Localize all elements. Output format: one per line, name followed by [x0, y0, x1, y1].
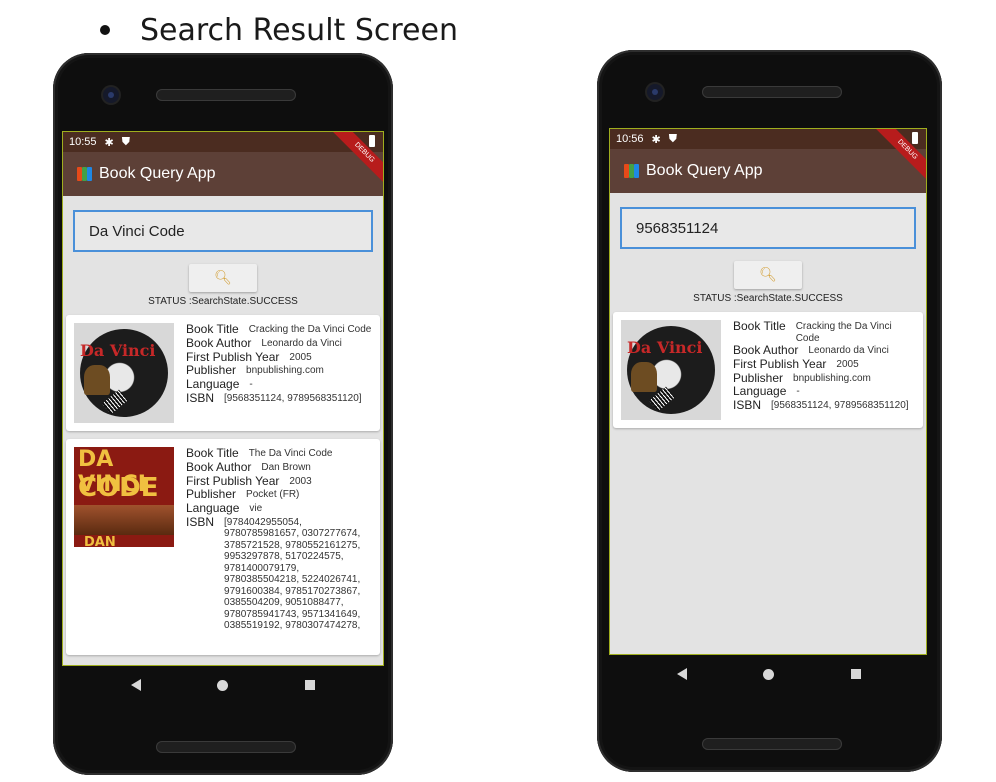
battery-icon	[912, 132, 918, 144]
results-list[interactable]: Da Vinci Book Title Cracking the Da Vinci…	[610, 312, 926, 428]
status-time: 10:55	[69, 136, 97, 148]
field-label: Language	[733, 384, 787, 399]
books-icon	[624, 163, 640, 179]
phone-left: 10:55 ✱ ⛊ Book Query App DEBUG Da Vinci …	[53, 53, 393, 775]
search-area: 9568351124 🔍︎ STATUS :SearchState.SUCCES…	[610, 193, 926, 304]
heading-text: Search Result Screen	[140, 12, 458, 48]
bottom-speaker	[702, 738, 842, 750]
result-card[interactable]: Da Vinci Book Title Cracking the Da Vinci…	[66, 315, 380, 431]
field-label: First Publish Year	[186, 349, 280, 364]
book-details: Book Title Cracking the Da Vinci Code Boo…	[733, 319, 915, 420]
status-bar: 10:55 ✱ ⛊	[63, 132, 383, 152]
field-value: 2005	[836, 358, 859, 370]
field-label: ISBN	[186, 514, 215, 529]
field-value: 2003	[289, 475, 312, 487]
status-time: 10:56	[616, 133, 644, 145]
system-nav-bar	[639, 662, 899, 686]
field-value: Dan Brown	[261, 461, 311, 473]
search-input[interactable]: Da Vinci Code	[73, 210, 373, 252]
app-title: Book Query App	[646, 162, 763, 179]
field-value: Pocket (FR)	[246, 489, 300, 501]
search-input-value: 9568351124	[636, 219, 719, 237]
phone-right: 10:56 ✱ ⛊ Book Query App DEBUG 956835112…	[597, 50, 942, 772]
book-details: Book Title The Da Vinci Code Book Author D…	[186, 446, 372, 647]
search-button[interactable]: 🔍︎	[189, 264, 257, 292]
books-icon	[77, 166, 93, 182]
field-value: -	[249, 379, 253, 391]
field-value: [9568351124, 9789568351120]	[224, 392, 362, 404]
recents-icon[interactable]	[304, 680, 315, 690]
app-bar: Book Query App DEBUG	[610, 129, 926, 193]
back-icon[interactable]	[677, 668, 688, 680]
cover-title: Da Vinci	[627, 338, 703, 357]
settings-icon: ✱	[651, 133, 661, 146]
field-label: Book Author	[186, 335, 252, 350]
field-label: Language	[186, 501, 240, 516]
field-value: -	[796, 386, 800, 398]
back-icon[interactable]	[131, 679, 142, 691]
field-value: vie	[249, 503, 263, 515]
field-label: Book Author	[186, 459, 252, 474]
field-value: Cracking the Da Vinci Code	[795, 321, 892, 344]
result-card[interactable]: DA VINCI CODE DAN BROWN Book Title The Da…	[66, 439, 380, 655]
app-title: Book Query App	[99, 165, 216, 182]
field-value: Cracking the Da Vinci Code	[248, 324, 372, 335]
home-icon[interactable]	[763, 668, 775, 680]
heading: Search Result Screen	[100, 10, 458, 50]
field-label: Book Title	[186, 322, 239, 336]
field-value: bnpublishing.com	[793, 372, 871, 384]
field-label: ISBN	[733, 398, 762, 413]
field-label: Book Title	[186, 446, 239, 460]
field-label: ISBN	[186, 390, 215, 405]
recents-icon[interactable]	[850, 669, 861, 679]
status-text: STATUS :SearchState.SUCCESS	[693, 293, 843, 304]
field-value: [9568351124, 9789568351120]	[771, 400, 909, 412]
system-nav-bar	[93, 673, 353, 697]
cover-title: Da Vinci	[80, 341, 156, 360]
result-card[interactable]: Da Vinci Book Title Cracking the Da Vinci…	[613, 312, 923, 428]
field-label: Book Author	[733, 343, 799, 357]
settings-icon: ✱	[104, 136, 114, 149]
field-value: The Da Vinci Code	[248, 448, 333, 459]
search-icon: 🔍︎	[759, 267, 777, 283]
field-label: Publisher	[733, 370, 784, 385]
book-details: Book Title Cracking the Da Vinci Code Boo…	[186, 322, 372, 423]
book-cover-image: Da Vinci	[621, 320, 721, 420]
field-value: bnpublishing.com	[246, 365, 324, 377]
shield-icon: ⛊	[121, 135, 130, 148]
bottom-speaker	[156, 741, 296, 753]
field-label: Publisher	[186, 487, 237, 502]
earpiece-speaker	[702, 86, 842, 98]
search-input-value: Da Vinci Code	[89, 222, 185, 240]
status-text: STATUS :SearchState.SUCCESS	[148, 296, 298, 307]
battery-icon	[369, 135, 375, 147]
search-icon: 🔍︎	[214, 270, 232, 286]
field-label: First Publish Year	[186, 473, 280, 488]
field-value: [9784042955054, 9780785981657, 030727767…	[224, 516, 361, 632]
book-cover-image: Da Vinci	[74, 323, 174, 423]
field-label: Publisher	[186, 363, 237, 378]
search-button[interactable]: 🔍︎	[734, 261, 802, 289]
book-cover-image: DA VINCI CODE DAN BROWN	[74, 447, 174, 547]
shield-icon: ⛊	[668, 132, 677, 145]
field-label: Book Title	[733, 319, 786, 333]
earpiece-speaker	[156, 89, 296, 101]
front-camera-icon	[103, 87, 119, 103]
field-value: Leonardo da Vinci	[261, 337, 342, 349]
field-value: Leonardo da Vinci	[808, 345, 889, 356]
front-camera-icon	[647, 84, 663, 100]
field-label: First Publish Year	[733, 356, 827, 371]
screen: 10:55 ✱ ⛊ Book Query App DEBUG Da Vinci …	[62, 131, 384, 666]
screen: 10:56 ✱ ⛊ Book Query App DEBUG 956835112…	[609, 128, 927, 655]
search-area: Da Vinci Code 🔍︎ STATUS :SearchState.SUC…	[63, 196, 383, 307]
field-label: Language	[186, 377, 240, 392]
bullet-icon	[100, 25, 110, 35]
cover-line2: CODE	[78, 473, 159, 503]
app-bar: Book Query App DEBUG	[63, 132, 383, 196]
search-input[interactable]: 9568351124	[620, 207, 916, 249]
results-list[interactable]: Da Vinci Book Title Cracking the Da Vinci…	[63, 315, 383, 655]
home-icon[interactable]	[217, 679, 229, 691]
field-value: 2005	[289, 351, 312, 363]
cover-line3: DAN BROWN	[84, 535, 116, 547]
